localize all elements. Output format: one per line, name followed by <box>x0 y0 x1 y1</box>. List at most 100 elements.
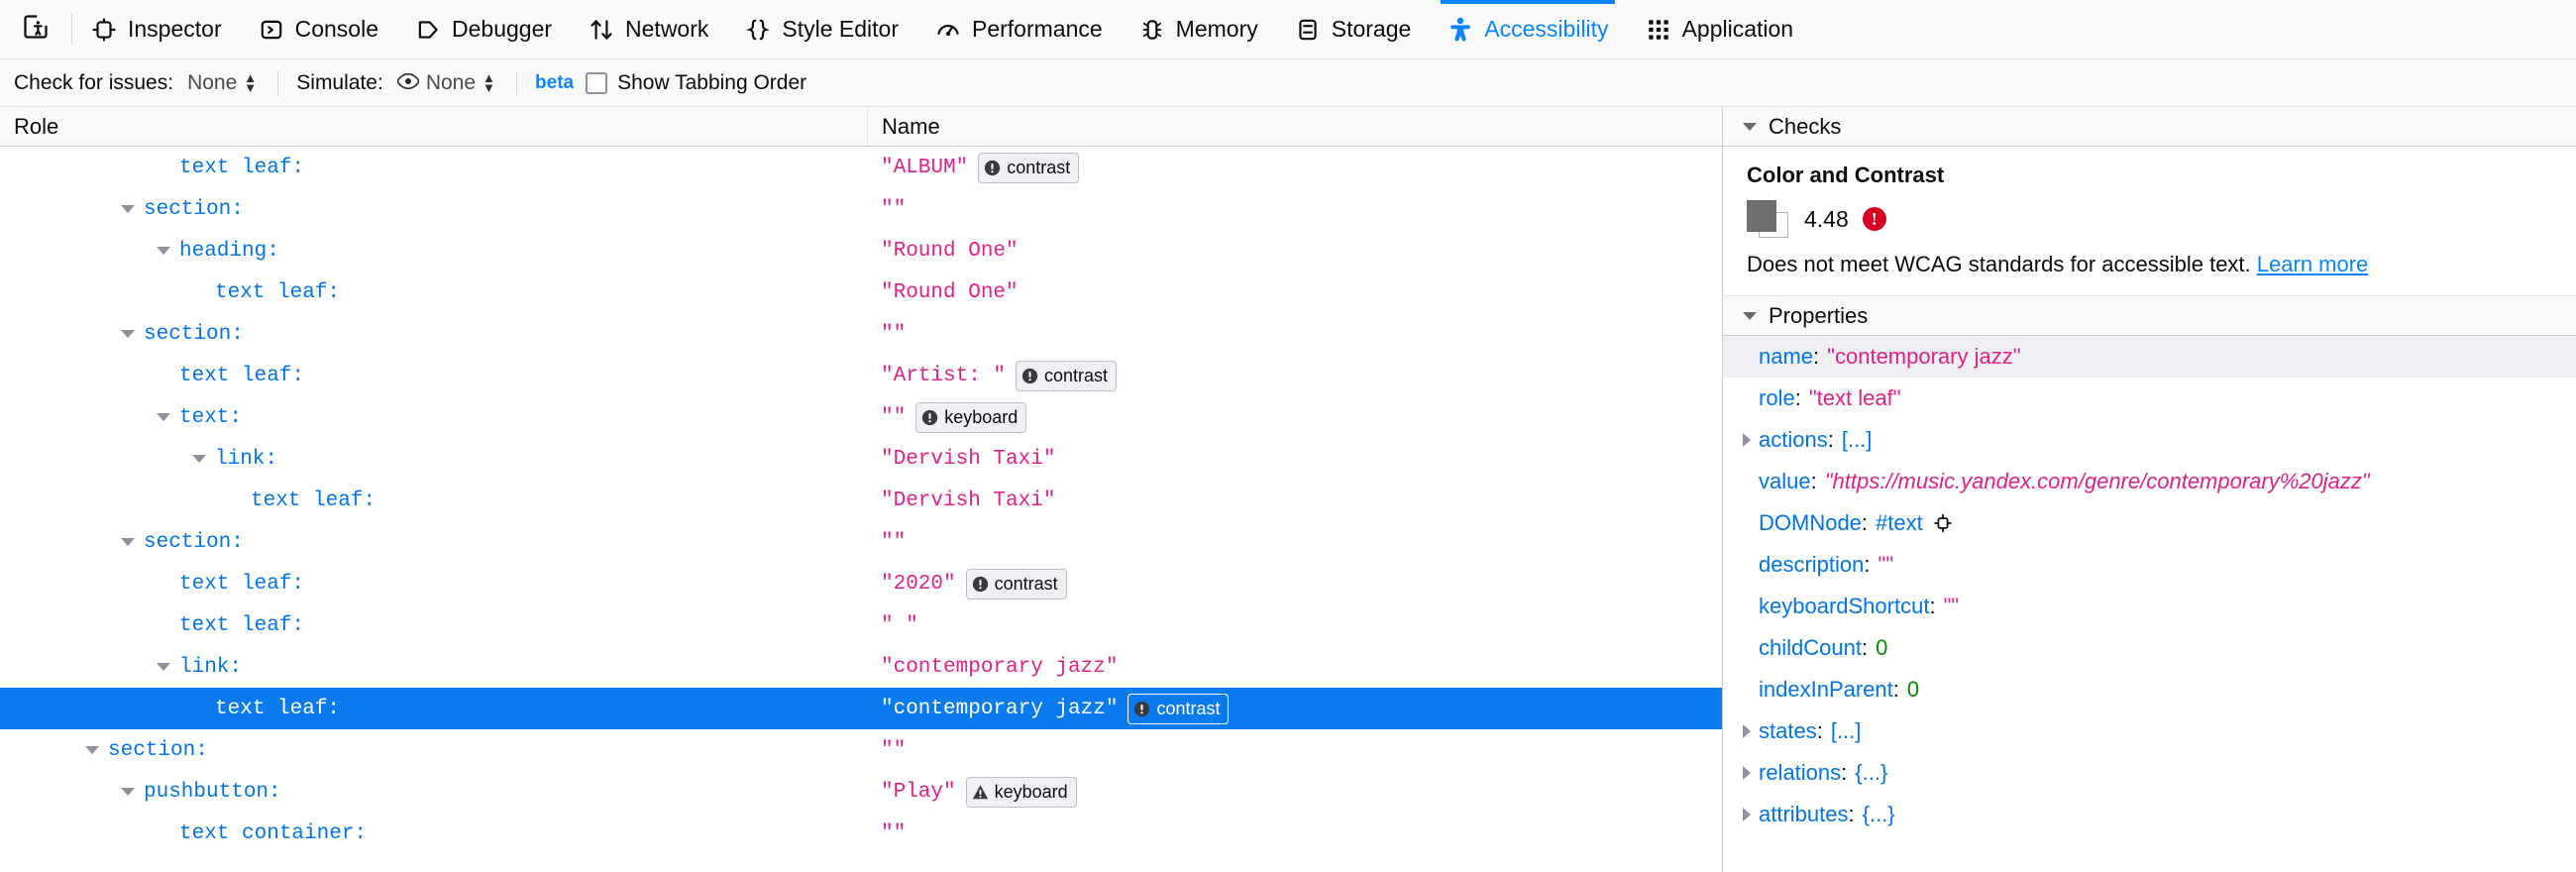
chevron-down-icon[interactable] <box>121 538 135 546</box>
info-circle-icon <box>1021 368 1038 384</box>
tab-debugger[interactable]: Debugger <box>396 0 570 58</box>
property-value: 0 <box>1876 635 1888 660</box>
tab-inspector[interactable]: Inspector <box>72 0 240 58</box>
tree-row-name-cell: "" <box>867 531 1722 554</box>
chevron-down-icon[interactable] <box>85 746 99 754</box>
tree-row[interactable]: text container: "" <box>0 813 1722 854</box>
tab-performance[interactable]: Performance <box>916 0 1121 58</box>
tree-row[interactable]: text leaf: "2020" contrast <box>0 563 1722 604</box>
simulate-group: Simulate: None ▲ ▼ <box>296 69 516 97</box>
badge-contrast[interactable]: contrast <box>1016 360 1118 391</box>
tree-row[interactable]: link: "Dervish Taxi" <box>0 438 1722 480</box>
simulate-select[interactable]: None ▲ ▼ <box>393 69 498 97</box>
chevron-down-icon[interactable] <box>192 455 206 463</box>
tree-row[interactable]: section: "" <box>0 188 1722 230</box>
tree-row-name-label: "" <box>881 405 907 429</box>
tab-network[interactable]: Network <box>570 0 726 58</box>
column-header-name[interactable]: Name <box>867 107 1722 146</box>
property-row[interactable]: indexInParent:0 <box>1723 669 2576 710</box>
tree-row-role-label: section: <box>144 197 244 221</box>
tree-row[interactable]: text leaf: "ALBUM" contrast <box>0 147 1722 188</box>
tree-row[interactable]: section: "" <box>0 521 1722 563</box>
checks-section-header[interactable]: Checks <box>1723 107 2576 147</box>
property-row[interactable]: states: [...] <box>1723 710 2576 752</box>
badge-keyboard[interactable]: keyboard <box>965 776 1077 808</box>
property-key: DOMNode <box>1759 510 1862 535</box>
tree-row-name-label: "Round One" <box>881 239 1019 263</box>
badge-keyboard[interactable]: keyboard <box>915 401 1027 433</box>
chevron-down-icon[interactable] <box>157 663 170 671</box>
chevron-right-icon[interactable] <box>1743 808 1751 821</box>
chevron-down-icon[interactable] <box>121 788 135 796</box>
tree-row-name-label: "contemporary jazz" <box>881 697 1119 720</box>
tree-row-role-label: heading: <box>179 239 279 263</box>
accessibility-toolbar: Check for issues: None ▲ ▼ Simulate: None… <box>0 59 2576 107</box>
tree-row-name-cell: "Artist: " contrast <box>867 360 1722 391</box>
tab-storage[interactable]: Storage <box>1276 0 1430 58</box>
accessibility-picker-button[interactable] <box>14 8 57 52</box>
chevron-down-icon[interactable] <box>121 205 135 213</box>
tab-application[interactable]: Application <box>1627 0 1812 58</box>
column-header-role[interactable]: Role <box>0 114 867 140</box>
tab-style-editor[interactable]: Style Editor <box>726 0 916 58</box>
property-value: "" <box>1943 594 1960 618</box>
property-row[interactable]: childCount:0 <box>1723 627 2576 669</box>
tree-row[interactable]: text: "" keyboard <box>0 396 1722 438</box>
tree-row-name-cell: "" keyboard <box>867 401 1722 433</box>
property-row[interactable]: relations: {...} <box>1723 752 2576 794</box>
chevron-down-icon[interactable] <box>157 247 170 255</box>
property-row[interactable]: actions: [...] <box>1723 419 2576 461</box>
chevron-updown-icon-2: ▲ ▼ <box>483 69 495 95</box>
property-value: "contemporary jazz" <box>1827 344 2021 369</box>
color-swatch-icon[interactable] <box>1747 200 1790 238</box>
property-row[interactable]: name: "contemporary jazz" <box>1723 336 2576 378</box>
property-key: keyboardShortcut <box>1759 594 1930 618</box>
chevron-right-icon[interactable] <box>1743 766 1751 780</box>
badge-label: contrast <box>1007 157 1071 177</box>
warning-triangle-icon <box>972 784 989 801</box>
show-tabbing-order-checkbox[interactable] <box>586 71 608 94</box>
check-for-issues-select[interactable]: None ▲ ▼ <box>183 69 260 97</box>
tree-row[interactable]: pushbutton: "Play" keyboard <box>0 771 1722 813</box>
tree-row[interactable]: section: "" <box>0 313 1722 355</box>
chevron-down-icon[interactable] <box>121 330 135 338</box>
tree-row[interactable]: heading: "Round One" <box>0 230 1722 272</box>
tab-accessibility[interactable]: Accessibility <box>1429 0 1626 58</box>
tree-row[interactable]: text leaf: "Dervish Taxi" <box>0 480 1722 521</box>
properties-section-header[interactable]: Properties <box>1723 296 2576 336</box>
chevron-down-icon[interactable] <box>157 413 170 421</box>
show-tabbing-order-toggle[interactable]: Show Tabbing Order <box>586 71 806 95</box>
tab-console[interactable]: Console <box>240 0 396 58</box>
tree-row[interactable]: text leaf: "Round One" <box>0 272 1722 313</box>
tree-row[interactable]: section: "" <box>0 729 1722 771</box>
error-circle-icon: ! <box>1862 207 1886 231</box>
tree-row-name-cell: "Round One" <box>867 281 1722 304</box>
tab-label: Console <box>294 16 378 42</box>
style-editor-icon <box>744 16 772 44</box>
learn-more-link[interactable]: Learn more <box>2257 252 2369 276</box>
tree-row-name-cell: "ALBUM" contrast <box>867 152 1722 183</box>
property-row[interactable]: keyboardShortcut: "" <box>1723 586 2576 627</box>
property-row[interactable]: description: "" <box>1723 544 2576 586</box>
application-icon <box>1645 16 1672 44</box>
chevron-right-icon[interactable] <box>1743 724 1751 738</box>
tree-row-name-cell: " " <box>867 614 1722 637</box>
tree-row[interactable]: text leaf: "Artist: " contrast <box>0 355 1722 396</box>
chevron-right-icon[interactable] <box>1743 433 1751 447</box>
badge-contrast[interactable]: contrast <box>965 568 1067 600</box>
badge-contrast[interactable]: contrast <box>978 152 1080 183</box>
property-key: name <box>1759 344 1814 369</box>
tree-row[interactable]: text leaf: " " <box>0 604 1722 646</box>
property-row[interactable]: DOMNode: #text <box>1723 502 2576 544</box>
property-row[interactable]: role: "text leaf" <box>1723 378 2576 419</box>
property-colon: : <box>1861 510 1869 535</box>
tree-row[interactable]: text leaf: "contemporary jazz" contrast <box>0 688 1722 729</box>
badge-contrast[interactable]: contrast <box>1127 693 1230 724</box>
tree-row-name-label: "" <box>881 322 907 346</box>
property-value[interactable]: #text <box>1876 510 1923 536</box>
dom-node-picker-icon[interactable] <box>1933 513 1953 533</box>
tree-row[interactable]: link: "contemporary jazz" <box>0 646 1722 688</box>
property-row[interactable]: attributes: {...} <box>1723 794 2576 835</box>
tab-memory[interactable]: Memory <box>1121 0 1276 58</box>
property-row[interactable]: value: "https://music.yandex.com/genre/co… <box>1723 461 2576 502</box>
